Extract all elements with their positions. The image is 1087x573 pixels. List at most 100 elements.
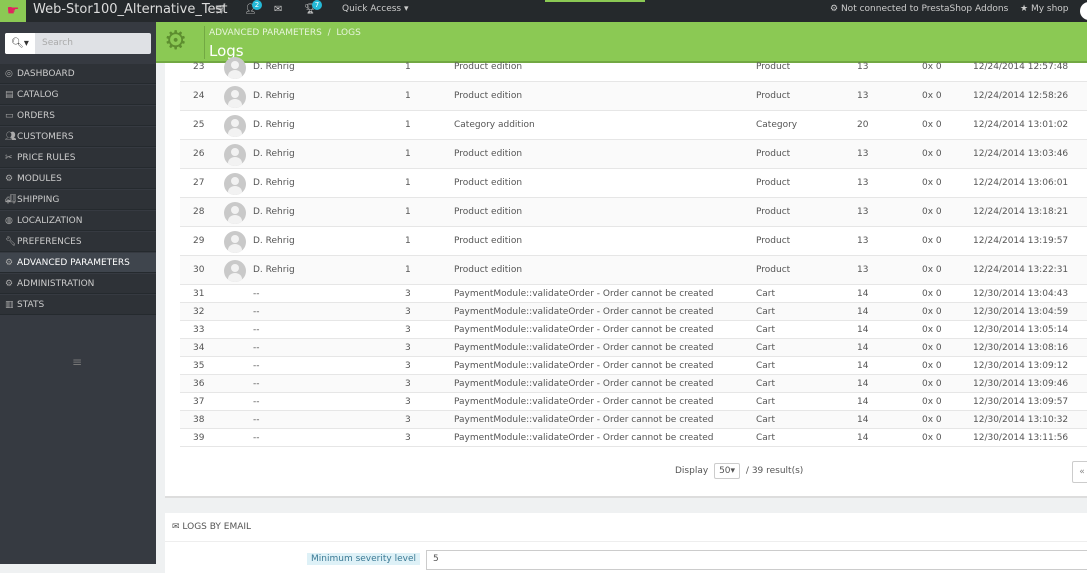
- cell-severity: 1: [405, 207, 411, 217]
- sidebar-item-label: LOCALIZATION: [17, 216, 83, 226]
- cell-message: PaymentModule::validateOrder - Order can…: [454, 306, 714, 317]
- table-row[interactable]: 28 D. Rehrig 1 Product edition Product 13 0x 0…: [180, 198, 1087, 227]
- cell-message: Product edition: [454, 178, 523, 188]
- sidebar-item-preferences[interactable]: 🔧︎PREFERENCES: [0, 232, 156, 252]
- employee-avatar: [224, 230, 246, 253]
- search-type-dropdown[interactable]: 🔍︎▾: [5, 33, 35, 54]
- pagination: Display 50▾ / 39 result(s): [675, 463, 803, 479]
- table-row[interactable]: 39 -- 3 PaymentModule::validateOrder - Orde…: [180, 429, 1087, 447]
- cell-message: PaymentModule::validateOrder - Order can…: [454, 342, 714, 353]
- sidebar-item-modules[interactable]: ⚙ MODULES: [0, 169, 156, 189]
- sidebar-item-advanced-parameters[interactable]: ⚙ ADVANCED PARAMETERS: [0, 253, 156, 273]
- cell-message: Product edition: [454, 91, 523, 101]
- cart-icon[interactable]: 🛒︎: [214, 4, 227, 15]
- cell-date: 12/30/2014 13:10:32: [973, 414, 1069, 425]
- table-row[interactable]: 38 -- 3 PaymentModule::validateOrder - Orde…: [180, 411, 1087, 429]
- table-row[interactable]: 24 D. Rehrig 1 Product edition Product 13 0x 0…: [180, 82, 1087, 111]
- cell-object-type: Product: [756, 62, 791, 72]
- cell-id: 29: [193, 236, 205, 246]
- cell-error-code: 0x 0: [922, 265, 942, 275]
- customers-icon[interactable]: 👤︎ 2: [244, 0, 262, 15]
- trophy-icon[interactable]: 🏆︎ 7: [304, 0, 322, 15]
- table-row[interactable]: 31 -- 3 PaymentModule::validateOrder - Orde…: [180, 285, 1087, 303]
- cell-object-type: Product: [756, 178, 791, 188]
- cell-employee: --: [253, 288, 260, 299]
- cell-object-id: 13: [857, 149, 869, 159]
- sidebar-item-customers[interactable]: 👥︎CUSTOMERS: [0, 127, 156, 147]
- cell-object-id: 14: [857, 306, 869, 317]
- sidebar-icon: 🔧︎: [5, 237, 17, 247]
- sidebar-item-dashboard[interactable]: ◎ DASHBOARD: [0, 64, 156, 84]
- cell-severity: 3: [405, 342, 411, 353]
- sidebar-item-stats[interactable]: ▥ STATS: [0, 295, 156, 315]
- cell-error-code: 0x 0: [922, 149, 942, 159]
- table-row[interactable]: 36 -- 3 PaymentModule::validateOrder - Orde…: [180, 375, 1087, 393]
- cell-object-id: 14: [857, 432, 869, 443]
- prestashop-logo-icon[interactable]: ☛: [0, 0, 26, 22]
- sidebar-item-orders[interactable]: ▭ ORDERS: [0, 106, 156, 126]
- table-row[interactable]: 30 D. Rehrig 1 Product edition Product 13 0x 0…: [180, 256, 1087, 285]
- sidebar-item-localization[interactable]: ◍ LOCALIZATION: [0, 211, 156, 231]
- shop-name[interactable]: Web-Stor100_Alternative_Test: [33, 2, 227, 17]
- cell-date: 12/30/2014 13:04:43: [973, 288, 1069, 299]
- employee-avatar: [224, 85, 246, 108]
- my-shop-link[interactable]: ★ My shop: [1020, 4, 1069, 14]
- messages-icon[interactable]: ✉: [274, 4, 282, 15]
- table-row[interactable]: 25 D. Rehrig 1 Category addition Category 20 0…: [180, 111, 1087, 140]
- breadcrumb-advanced-parameters[interactable]: ADVANCED PARAMETERS: [209, 28, 322, 38]
- cell-employee: D. Rehrig: [253, 265, 295, 275]
- results-count: / 39 result(s): [745, 466, 804, 476]
- breadcrumb: ADVANCED PARAMETERS / LOGS: [209, 28, 361, 38]
- table-row[interactable]: 23 D. Rehrig 1 Product edition Product 13 0x 0…: [180, 53, 1087, 82]
- sidebar-icon: ✂: [5, 153, 13, 163]
- table-row[interactable]: 33 -- 3 PaymentModule::validateOrder - Orde…: [180, 321, 1087, 339]
- sidebar-item-catalog[interactable]: ▤ CATALOG: [0, 85, 156, 105]
- cell-object-id: 13: [857, 178, 869, 188]
- cell-severity: 1: [405, 91, 411, 101]
- sidebar-item-shipping[interactable]: 🚚︎SHIPPING: [0, 190, 156, 210]
- severity-input[interactable]: 5: [426, 550, 1087, 570]
- cell-message: Product edition: [454, 265, 523, 275]
- table-row[interactable]: 26 D. Rehrig 1 Product edition Product 13 0x 0…: [180, 140, 1087, 169]
- cell-object-id: 13: [857, 91, 869, 101]
- cell-employee: D. Rehrig: [253, 91, 295, 101]
- cell-severity: 3: [405, 288, 411, 299]
- per-page-select[interactable]: 50▾: [714, 463, 741, 479]
- cell-severity: 1: [405, 62, 411, 72]
- quick-access-menu[interactable]: Quick Access ▾: [342, 4, 409, 14]
- search-input[interactable]: Search: [42, 38, 73, 48]
- search-box: 🔍︎▾ Search: [5, 33, 151, 54]
- cell-date: 12/30/2014 13:08:16: [973, 342, 1069, 353]
- cell-id: 26: [193, 149, 205, 159]
- cell-date: 12/30/2014 13:09:46: [973, 378, 1069, 389]
- sidebar-item-price-rules[interactable]: ✂ PRICE RULES: [0, 148, 156, 168]
- star-icon: ★: [1020, 4, 1029, 14]
- cell-id: 38: [193, 414, 205, 425]
- table-row[interactable]: 29 D. Rehrig 1 Product edition Product 13 0x 0…: [180, 227, 1087, 256]
- prev-page-button[interactable]: «: [1072, 461, 1087, 483]
- cell-id: 32: [193, 306, 205, 317]
- cell-object-type: Product: [756, 91, 791, 101]
- cell-object-id: 14: [857, 324, 869, 335]
- cell-object-type: Cart: [756, 342, 776, 353]
- cell-message: PaymentModule::validateOrder - Order can…: [454, 432, 714, 443]
- cell-employee: --: [253, 414, 260, 425]
- cell-date: 12/30/2014 13:11:56: [973, 432, 1069, 443]
- cell-error-code: 0x 0: [922, 378, 942, 389]
- collapse-menu-icon[interactable]: ≡: [72, 355, 82, 369]
- addons-status[interactable]: ⚙ Not connected to PrestaShop Addons: [830, 4, 1008, 14]
- table-row[interactable]: 32 -- 3 PaymentModule::validateOrder - Orde…: [180, 303, 1087, 321]
- table-row[interactable]: 34 -- 3 PaymentModule::validateOrder - Orde…: [180, 339, 1087, 357]
- table-row[interactable]: 37 -- 3 PaymentModule::validateOrder - Orde…: [180, 393, 1087, 411]
- sidebar-item-administration[interactable]: ⚙ ADMINISTRATION: [0, 274, 156, 294]
- table-row[interactable]: 27 D. Rehrig 1 Product edition Product 13 0x 0…: [180, 169, 1087, 198]
- cell-id: 39: [193, 432, 205, 443]
- avatar[interactable]: [1080, 2, 1087, 20]
- sidebar-item-label: PRICE RULES: [17, 153, 76, 163]
- table-row[interactable]: 35 -- 3 PaymentModule::validateOrder - Orde…: [180, 357, 1087, 375]
- breadcrumb-logs[interactable]: LOGS: [336, 28, 360, 38]
- cell-object-id: 14: [857, 378, 869, 389]
- cell-severity: 1: [405, 236, 411, 246]
- cell-employee: --: [253, 378, 260, 389]
- cell-object-id: 13: [857, 207, 869, 217]
